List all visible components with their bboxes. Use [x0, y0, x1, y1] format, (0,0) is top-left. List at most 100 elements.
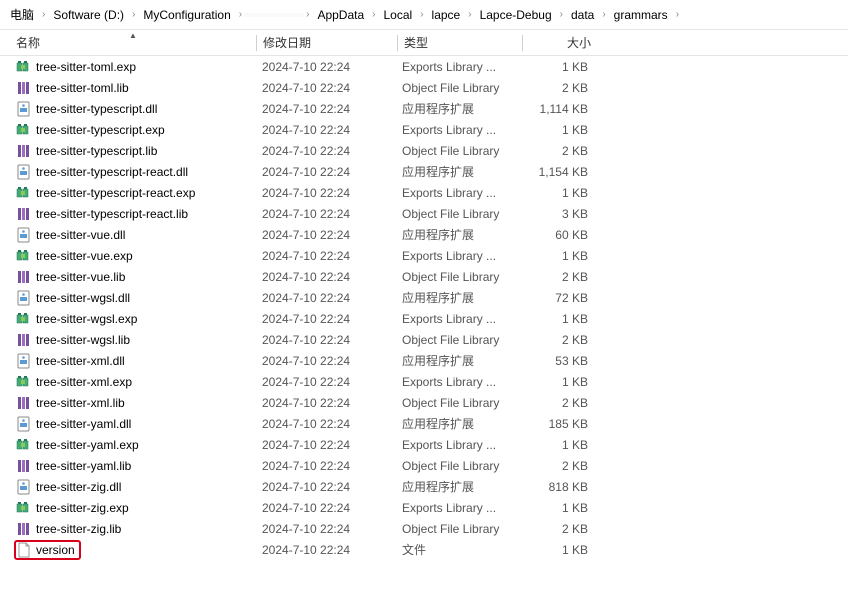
file-name-cell[interactable]: tree-sitter-typescript-react.dll	[10, 164, 256, 180]
file-name-cell[interactable]: tree-sitter-zig.dll	[10, 479, 256, 495]
file-size-cell: 2 KB	[520, 81, 608, 95]
file-date-cell: 2024-7-10 22:24	[256, 270, 396, 284]
file-row[interactable]: tree-sitter-zig.lib2024-7-10 22:24Object…	[0, 518, 848, 539]
file-name-cell[interactable]: tree-sitter-typescript.exp	[10, 122, 256, 138]
breadcrumb-segment[interactable]: MyConfiguration	[137, 6, 236, 24]
file-name-cell[interactable]: tree-sitter-wgsl.exp	[10, 311, 256, 327]
file-name-label: tree-sitter-zig.lib	[36, 522, 121, 536]
file-name-cell[interactable]: tree-sitter-typescript.dll	[10, 101, 256, 117]
column-header-date[interactable]: 修改日期	[257, 34, 397, 51]
column-header-type[interactable]: 类型	[398, 34, 522, 51]
file-name-cell[interactable]: tree-sitter-zig.exp	[10, 500, 256, 516]
column-header-label: 大小	[567, 34, 591, 51]
breadcrumb-segment[interactable]: AppData	[311, 6, 370, 24]
file-name-cell[interactable]: tree-sitter-xml.dll	[10, 353, 256, 369]
file-name-label: tree-sitter-vue.lib	[36, 270, 125, 284]
file-name-cell[interactable]: tree-sitter-typescript.lib	[10, 143, 256, 159]
file-date-cell: 2024-7-10 22:24	[256, 312, 396, 326]
file-row[interactable]: tree-sitter-vue.lib2024-7-10 22:24Object…	[0, 266, 848, 287]
breadcrumb-segment[interactable]: Local	[378, 6, 419, 24]
file-row[interactable]: tree-sitter-typescript.exp2024-7-10 22:2…	[0, 119, 848, 140]
file-name-cell[interactable]: tree-sitter-zig.lib	[10, 521, 256, 537]
file-row[interactable]: tree-sitter-zig.exp2024-7-10 22:24Export…	[0, 497, 848, 518]
file-row[interactable]: tree-sitter-typescript.dll 2024-7-10 22:2…	[0, 98, 848, 119]
file-name-cell[interactable]: tree-sitter-toml.lib	[10, 80, 256, 96]
file-row[interactable]: tree-sitter-yaml.exp2024-7-10 22:24Expor…	[0, 434, 848, 455]
file-type-cell: 应用程序扩展	[396, 289, 520, 306]
file-name-cell[interactable]: tree-sitter-typescript-react.exp	[10, 185, 256, 201]
dll-file-icon	[16, 164, 32, 180]
file-name-label: tree-sitter-typescript.dll	[36, 102, 157, 116]
file-row[interactable]: tree-sitter-typescript-react.exp2024-7-1…	[0, 182, 848, 203]
breadcrumb-segment[interactable]	[244, 13, 304, 17]
file-name-cell[interactable]: tree-sitter-wgsl.lib	[10, 332, 256, 348]
file-name-cell[interactable]: tree-sitter-vue.dll	[10, 227, 256, 243]
file-date-cell: 2024-7-10 22:24	[256, 81, 396, 95]
file-date-cell: 2024-7-10 22:24	[256, 417, 396, 431]
file-name-cell[interactable]: tree-sitter-xml.exp	[10, 374, 256, 390]
file-row[interactable]: tree-sitter-wgsl.dll2024-7-10 22:24应用程序扩…	[0, 287, 848, 308]
file-row[interactable]: tree-sitter-yaml.dll2024-7-10 22:24应用程序扩…	[0, 413, 848, 434]
file-row[interactable]: tree-sitter-toml.exp2024-7-10 22:24Expor…	[0, 56, 848, 77]
file-row[interactable]: tree-sitter-vue.exp2024-7-10 22:24Export…	[0, 245, 848, 266]
lib-file-icon	[16, 143, 32, 159]
file-name-cell[interactable]: tree-sitter-yaml.lib	[10, 458, 256, 474]
file-name-cell[interactable]: version	[10, 540, 256, 560]
file-type-cell: Object File Library	[396, 459, 520, 473]
breadcrumb-segment[interactable]: 电脑	[4, 4, 40, 25]
file-name-cell[interactable]: tree-sitter-toml.exp	[10, 59, 256, 75]
file-row[interactable]: tree-sitter-toml.lib2024-7-10 22:24Objec…	[0, 77, 848, 98]
file-date-cell: 2024-7-10 22:24	[256, 165, 396, 179]
file-row[interactable]: tree-sitter-xml.lib2024-7-10 22:24Object…	[0, 392, 848, 413]
breadcrumb-segment[interactable]: data	[565, 6, 600, 24]
exp-file-icon	[16, 59, 32, 75]
column-header-label: 修改日期	[263, 34, 311, 51]
file-row[interactable]: tree-sitter-xml.exp2024-7-10 22:24Export…	[0, 371, 848, 392]
chevron-right-icon: ›	[304, 9, 311, 20]
column-headers: ▲ 名称 修改日期 类型 大小	[0, 30, 848, 56]
file-name-label: tree-sitter-vue.exp	[36, 249, 133, 263]
file-date-cell: 2024-7-10 22:24	[256, 333, 396, 347]
file-name-cell[interactable]: tree-sitter-typescript-react.lib	[10, 206, 256, 222]
file-name-cell[interactable]: tree-sitter-wgsl.dll	[10, 290, 256, 306]
file-type-cell: Object File Library	[396, 81, 520, 95]
file-row[interactable]: version2024-7-10 22:24文件1 KB	[0, 539, 848, 560]
file-name-cell[interactable]: tree-sitter-yaml.exp	[10, 437, 256, 453]
file-name-cell[interactable]: tree-sitter-vue.lib	[10, 269, 256, 285]
file-row[interactable]: tree-sitter-wgsl.exp2024-7-10 22:24Expor…	[0, 308, 848, 329]
file-size-cell: 1 KB	[520, 60, 608, 74]
file-name-label: tree-sitter-xml.exp	[36, 375, 132, 389]
breadcrumb-segment[interactable]: Lapce-Debug	[474, 6, 558, 24]
column-header-size[interactable]: 大小	[523, 34, 611, 51]
file-type-cell: Object File Library	[396, 144, 520, 158]
file-name-label: tree-sitter-typescript-react.lib	[36, 207, 188, 221]
file-date-cell: 2024-7-10 22:24	[256, 60, 396, 74]
breadcrumb-segment[interactable]: Software (D:)	[47, 6, 130, 24]
breadcrumb-segment[interactable]: grammars	[608, 6, 674, 24]
file-row[interactable]: tree-sitter-typescript.lib2024-7-10 22:2…	[0, 140, 848, 161]
dll-file-icon	[16, 416, 32, 432]
file-name-label: tree-sitter-wgsl.lib	[36, 333, 130, 347]
file-name-cell[interactable]: tree-sitter-xml.lib	[10, 395, 256, 411]
file-row[interactable]: tree-sitter-zig.dll2024-7-10 22:24应用程序扩展…	[0, 476, 848, 497]
file-row[interactable]: tree-sitter-wgsl.lib2024-7-10 22:24Objec…	[0, 329, 848, 350]
highlight-annotation: version	[14, 540, 81, 560]
file-row[interactable]: tree-sitter-typescript-react.lib2024-7-1…	[0, 203, 848, 224]
file-name-label: tree-sitter-wgsl.dll	[36, 291, 130, 305]
file-name-cell[interactable]: tree-sitter-yaml.dll	[10, 416, 256, 432]
file-size-cell: 2 KB	[520, 333, 608, 347]
file-list: tree-sitter-toml.exp2024-7-10 22:24Expor…	[0, 56, 848, 560]
file-type-cell: Exports Library ...	[396, 60, 520, 74]
file-date-cell: 2024-7-10 22:24	[256, 102, 396, 116]
breadcrumb-segment[interactable]: lapce	[426, 6, 467, 24]
column-header-name[interactable]: ▲ 名称	[10, 34, 256, 51]
chevron-right-icon: ›	[237, 9, 244, 20]
chevron-right-icon: ›	[40, 9, 47, 20]
file-row[interactable]: tree-sitter-typescript-react.dll2024-7-1…	[0, 161, 848, 182]
file-row[interactable]: tree-sitter-yaml.lib2024-7-10 22:24Objec…	[0, 455, 848, 476]
file-row[interactable]: tree-sitter-vue.dll2024-7-10 22:24应用程序扩展…	[0, 224, 848, 245]
file-name-label: tree-sitter-yaml.exp	[36, 438, 139, 452]
file-name-cell[interactable]: tree-sitter-vue.exp	[10, 248, 256, 264]
chevron-right-icon: ›	[600, 9, 607, 20]
file-row[interactable]: tree-sitter-xml.dll2024-7-10 22:24应用程序扩展…	[0, 350, 848, 371]
